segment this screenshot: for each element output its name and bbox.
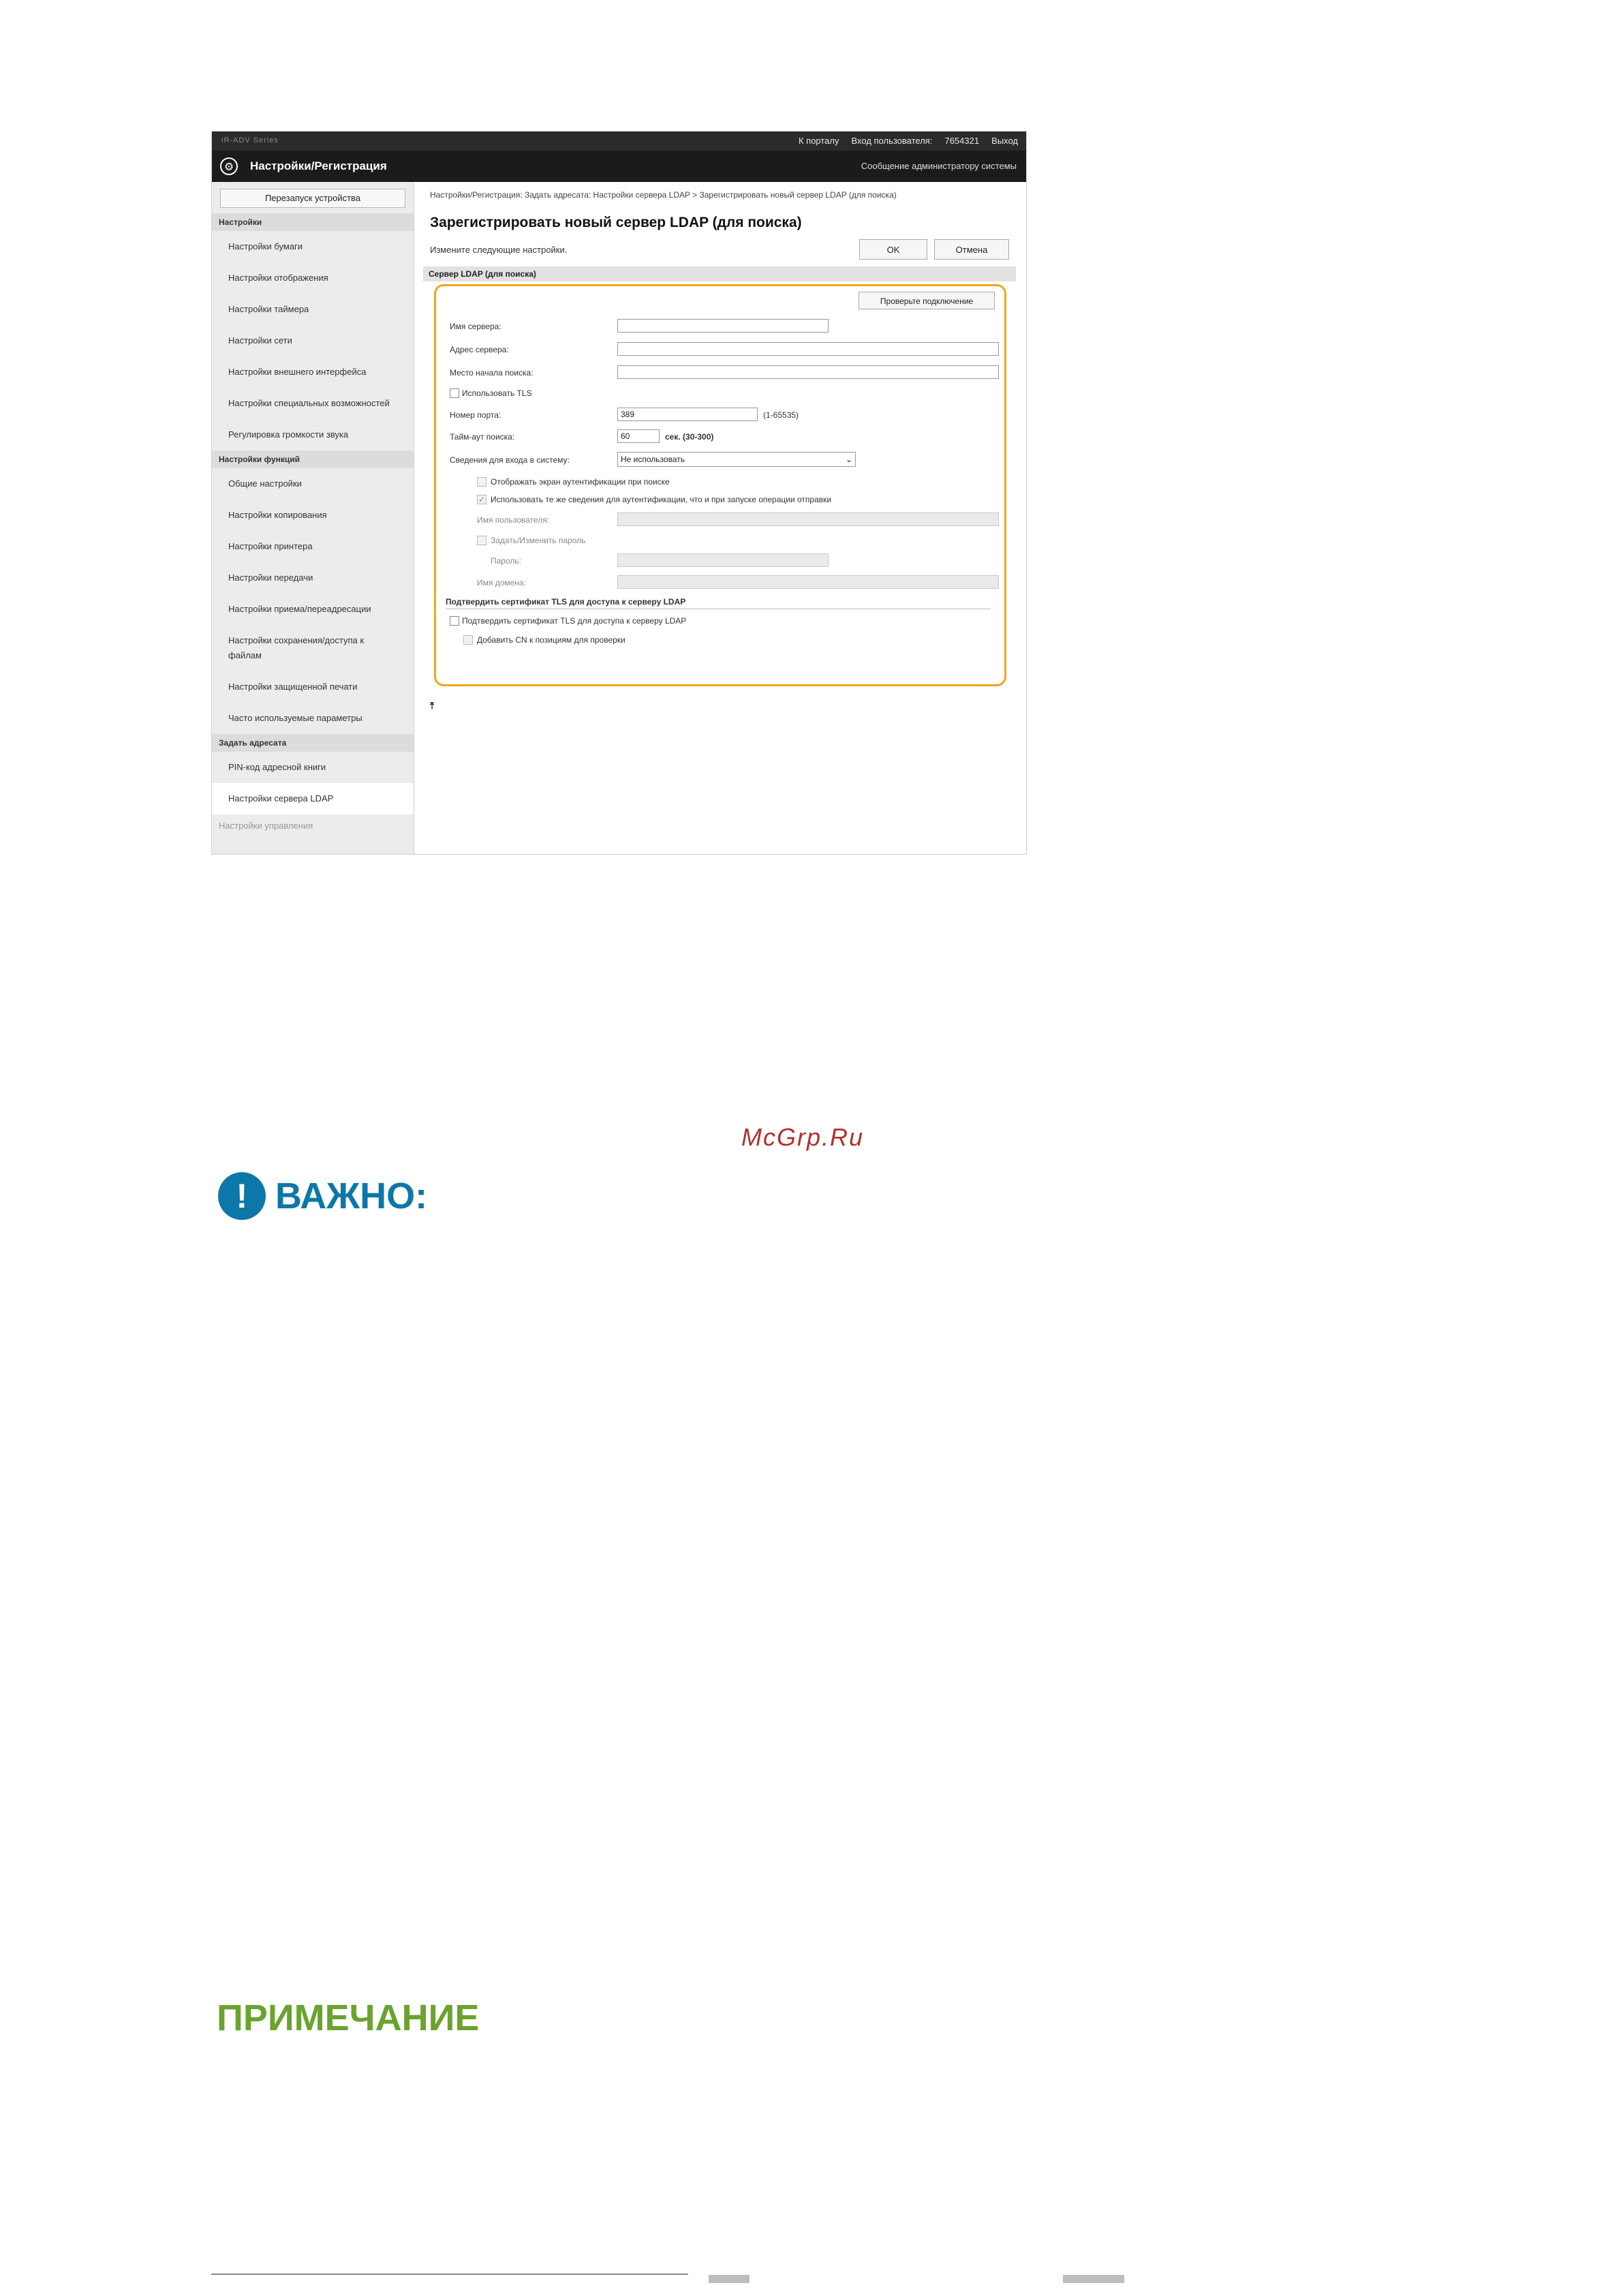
- login-label: Вход пользователя:: [851, 136, 933, 146]
- instruction-text: Измените следующие настройки.: [430, 245, 568, 255]
- app-title: Настройки/Регистрация: [250, 159, 387, 172]
- add-cn-label: Добавить CN к позициям для проверки: [477, 635, 625, 645]
- port-range: (1-65535): [763, 410, 799, 420]
- sidebar-item-secure-print[interactable]: Настройки защищенной печати: [212, 671, 414, 703]
- domain-label: Имя домена:: [477, 578, 526, 587]
- port-input[interactable]: 389: [617, 408, 758, 421]
- set-password-label: Задать/Изменить пароль: [491, 536, 586, 545]
- verify-tls-checkbox[interactable]: [450, 616, 459, 626]
- chevron-down-icon: ⌄: [845, 455, 852, 464]
- login-info-label: Сведения для входа в систему:: [450, 455, 570, 465]
- sidebar-section-functions: Настройки функций: [212, 450, 414, 468]
- login-info-select[interactable]: Не использовать ⌄: [617, 452, 856, 467]
- checkmark-icon: ✓: [478, 495, 486, 504]
- search-start-label: Место начала поиска:: [450, 368, 534, 378]
- password-input[interactable]: [617, 553, 829, 567]
- use-tls-checkbox[interactable]: [450, 388, 459, 398]
- tls-section-title: Подтвердить сертификат TLS для доступа к…: [446, 597, 686, 607]
- domain-input[interactable]: [617, 575, 999, 589]
- username-input[interactable]: [617, 512, 999, 526]
- watermark: McGrp.Ru: [741, 1123, 865, 1151]
- use-same-auth-checkbox[interactable]: ✓: [477, 495, 486, 504]
- use-same-auth-label: Использовать те же сведения для аутентиф…: [491, 495, 832, 504]
- sidebar-item-paper[interactable]: Настройки бумаги: [212, 231, 414, 262]
- timeout-label: Тайм-аут поиска:: [450, 432, 515, 442]
- sidebar-item-common[interactable]: Общие настройки: [212, 468, 414, 500]
- logout-link[interactable]: Выход: [991, 136, 1018, 146]
- password-label: Пароль:: [491, 556, 521, 566]
- server-address-input[interactable]: [617, 342, 999, 356]
- sidebar-item-copy[interactable]: Настройки копирования: [212, 500, 414, 531]
- admin-message-link[interactable]: Сообщение администратору системы: [861, 161, 1017, 171]
- sidebar-item-printer[interactable]: Настройки принтера: [212, 531, 414, 562]
- cancel-button[interactable]: Отмена: [934, 239, 1009, 260]
- breadcrumb: Настройки/Регистрация: Задать адресата: …: [430, 190, 897, 200]
- sidebar-item-display[interactable]: Настройки отображения: [212, 262, 414, 294]
- sidebar-section-destination: Задать адресата: [212, 734, 414, 752]
- sidebar: Перезапуск устройства Настройки Настройк…: [212, 182, 414, 854]
- verify-tls-label: Подтвердить сертификат TLS для доступа к…: [462, 616, 687, 626]
- set-password-checkbox[interactable]: [477, 536, 486, 545]
- reboot-button[interactable]: Перезапуск устройства: [220, 189, 405, 208]
- server-name-input[interactable]: [617, 319, 829, 333]
- sidebar-item-receive[interactable]: Настройки приема/переадресации: [212, 594, 414, 625]
- ok-button[interactable]: OK: [859, 239, 927, 260]
- sidebar-item-send[interactable]: Настройки передачи: [212, 562, 414, 594]
- screenshot-frame: iR-ADV Series К порталу Вход пользовател…: [211, 131, 1027, 855]
- use-tls-label: Использовать TLS: [462, 388, 532, 398]
- login-info-value: Не использовать: [621, 455, 685, 464]
- highlight-frame: Проверьте подключение Имя сервера: Адрес…: [434, 284, 1006, 686]
- sidebar-section-management[interactable]: Настройки управления: [212, 814, 414, 838]
- timeout-input[interactable]: 60: [617, 429, 660, 443]
- timeout-unit: сек. (30-300): [665, 432, 714, 442]
- username-label: Имя пользователя:: [477, 515, 550, 525]
- settings-logo-icon: ⚙: [220, 157, 238, 175]
- sidebar-item-favorites[interactable]: Часто используемые параметры: [212, 703, 414, 734]
- device-model: iR-ADV Series: [221, 136, 279, 144]
- sidebar-item-ldap[interactable]: Настройки сервера LDAP: [212, 783, 414, 814]
- section-header: Сервер LDAP (для поиска): [423, 266, 1016, 281]
- add-cn-checkbox[interactable]: [463, 635, 473, 645]
- note-heading: ПРИМЕЧАНИЕ: [217, 1997, 480, 2038]
- show-auth-label: Отображать экран аутентификации при поис…: [491, 477, 670, 487]
- server-address-label: Адрес сервера:: [450, 345, 509, 354]
- scroll-top-icon[interactable]: ⤒: [430, 700, 434, 711]
- footer-divider: [211, 2274, 688, 2275]
- sidebar-item-volume[interactable]: Регулировка громкости звука: [212, 419, 414, 450]
- show-auth-checkbox[interactable]: [477, 477, 486, 487]
- search-start-input[interactable]: [617, 365, 999, 379]
- sidebar-item-network[interactable]: Настройки сети: [212, 325, 414, 356]
- page-title: Зарегистрировать новый сервер LDAP (для …: [430, 215, 802, 230]
- sidebar-item-accessibility[interactable]: Настройки специальных возможностей: [212, 388, 414, 419]
- sidebar-section-settings: Настройки: [212, 213, 414, 231]
- important-heading: ! ВАЖНО:: [218, 1172, 427, 1220]
- portal-link[interactable]: К порталу: [799, 136, 839, 146]
- important-label: ВАЖНО:: [275, 1176, 428, 1216]
- server-name-label: Имя сервера:: [450, 322, 501, 331]
- top-bar: iR-ADV Series К порталу Вход пользовател…: [212, 132, 1026, 151]
- login-id: 7654321: [944, 136, 980, 146]
- sidebar-item-addressbook-pin[interactable]: PIN-код адресной книги: [212, 752, 414, 783]
- sidebar-item-external-interface[interactable]: Настройки внешнего интерфейса: [212, 356, 414, 388]
- check-connection-button[interactable]: Проверьте подключение: [859, 292, 995, 309]
- footer-fragment: [709, 2275, 749, 2283]
- main-content: Настройки/Регистрация: Задать адресата: …: [423, 182, 1016, 854]
- sidebar-item-store-access[interactable]: Настройки сохранения/доступа к файлам: [212, 625, 414, 671]
- exclamation-icon: !: [218, 1172, 266, 1220]
- footer-fragment: [1063, 2275, 1124, 2283]
- port-label: Номер порта:: [450, 410, 501, 420]
- app-header: ⚙ Настройки/Регистрация Сообщение админи…: [212, 151, 1026, 182]
- sidebar-item-timer[interactable]: Настройки таймера: [212, 294, 414, 325]
